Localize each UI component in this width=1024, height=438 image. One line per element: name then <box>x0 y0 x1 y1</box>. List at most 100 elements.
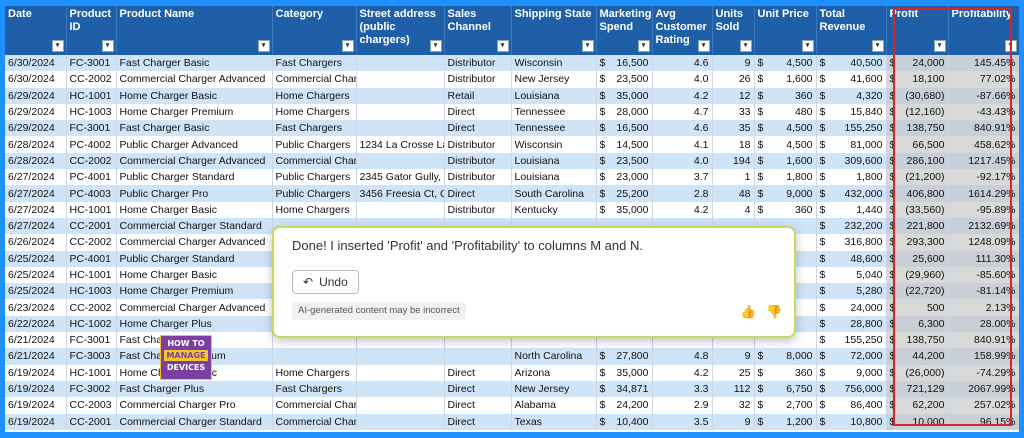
table-cell[interactable]: CC-2001 <box>66 413 117 430</box>
filter-dropdown-icon[interactable]: ▾ <box>51 40 64 52</box>
table-cell[interactable]: $6,750 <box>754 380 817 398</box>
filter-dropdown-icon[interactable]: ▾ <box>101 40 114 52</box>
table-cell[interactable]: 4.0 <box>652 152 713 170</box>
table-cell[interactable]: $81,000 <box>816 136 887 153</box>
table-cell[interactable]: PC-4003 <box>66 185 117 202</box>
table-row[interactable]: 6/19/2024HC-1001Home Charger BasicHome C… <box>5 364 1019 381</box>
table-cell[interactable]: $309,600 <box>816 152 887 170</box>
table-cell[interactable]: 158.99% <box>948 348 1019 365</box>
table-cell[interactable]: Commercial Charger Advanced <box>116 234 273 251</box>
table-cell[interactable]: HC-1003 <box>66 283 117 300</box>
table-cell[interactable]: FC-3001 <box>66 55 117 72</box>
column-header[interactable]: Street address (public chargers) ▾ <box>356 6 445 55</box>
table-cell[interactable]: Public Charger Standard <box>116 169 273 186</box>
table-cell[interactable]: Fast Charger Basic <box>116 55 273 72</box>
table-cell[interactable]: Home Charger Basic <box>116 201 273 218</box>
table-cell[interactable]: 6/27/2024 <box>5 169 67 186</box>
table-cell[interactable]: 4.2 <box>652 364 713 381</box>
table-row[interactable]: 6/27/2024 PC-4001 Public Charger Standard P… <box>5 169 1019 186</box>
table-cell[interactable] <box>356 120 445 137</box>
table-cell[interactable]: 6/27/2024 <box>5 217 67 235</box>
table-cell[interactable]: 48 <box>712 185 755 202</box>
table-cell[interactable]: $1,800 <box>754 169 817 186</box>
table-row[interactable]: 6/19/2024 CC-2001 Commercial Charger Stand… <box>5 413 1019 430</box>
table-cell[interactable]: Wisconsin <box>511 55 597 72</box>
table-row[interactable]: 6/30/2024 FC-3001 Fast Charger Basic Fast C… <box>5 55 1019 72</box>
table-cell[interactable]: $5,280 <box>816 283 887 300</box>
table-cell[interactable]: CC-2002 <box>66 152 117 170</box>
table-cell[interactable]: $10,400 <box>596 413 653 430</box>
table-cell[interactable]: 25 <box>712 364 755 381</box>
table-cell[interactable]: 2067.99% <box>948 380 1019 398</box>
table-cell[interactable] <box>356 364 445 381</box>
table-cell[interactable]: 4.7 <box>652 103 713 121</box>
table-cell[interactable]: -43.43% <box>948 103 1019 121</box>
table-cell[interactable]: $48,600 <box>816 250 887 267</box>
table-cell[interactable]: $316,800 <box>816 234 887 251</box>
table-cell[interactable]: Distributor <box>444 201 512 218</box>
table-cell[interactable]: FC-3001 <box>66 332 117 349</box>
table-cell[interactable]: $34,871 <box>596 380 653 398</box>
table-cell[interactable]: $ (12,160) <box>886 103 949 121</box>
table-cell[interactable]: FC-3003 <box>66 348 117 365</box>
table-cell[interactable]: $432,000 <box>816 185 887 202</box>
table-cell[interactable] <box>356 103 445 121</box>
table-cell[interactable]: $23,000 <box>596 169 653 186</box>
table-cell[interactable]: Home Charger Premium <box>116 283 273 300</box>
table-cell[interactable]: 6/19/2024 <box>5 380 67 398</box>
table-row[interactable]: 6/29/2024 HC-1003 Home Charger Premium Home… <box>5 103 1019 121</box>
table-cell[interactable]: $1,200 <box>754 413 817 430</box>
table-cell[interactable]: $72,000 <box>816 348 887 365</box>
table-cell[interactable]: Arizona <box>511 364 597 381</box>
table-cell[interactable]: $1,600 <box>754 71 817 88</box>
table-cell[interactable]: $232,200 <box>816 217 887 235</box>
table-cell[interactable]: PC-4001 <box>66 169 117 186</box>
column-header[interactable]: Product Name ▾ <box>116 6 273 55</box>
table-cell[interactable]: $16,500 <box>596 120 653 137</box>
table-cell[interactable]: Home Charger Basic <box>116 87 273 104</box>
table-cell[interactable] <box>356 87 445 104</box>
table-cell[interactable]: Distributor <box>444 152 512 170</box>
table-cell[interactable]: Direct <box>444 413 512 430</box>
table-cell[interactable]: New Jersey <box>511 71 597 88</box>
table-cell[interactable]: Distributor <box>444 55 512 72</box>
table-cell[interactable]: HC-1002 <box>66 315 117 333</box>
table-row[interactable]: 6/29/2024 HC-1001 Home Charger Basic Home C… <box>5 87 1019 104</box>
table-cell[interactable] <box>356 380 445 398</box>
table-cell[interactable]: $221,800 <box>886 217 949 235</box>
table-cell[interactable]: 6/19/2024 <box>5 364 67 381</box>
table-cell[interactable] <box>356 348 445 365</box>
table-cell[interactable]: 3.5 <box>652 413 713 430</box>
table-cell[interactable]: Louisiana <box>511 87 597 104</box>
filter-dropdown-icon[interactable]: ▾ <box>739 40 752 52</box>
table-cell[interactable]: $721,129 <box>886 380 949 398</box>
filter-dropdown-icon[interactable]: ▾ <box>1004 40 1017 52</box>
table-cell[interactable]: 6/28/2024 <box>5 152 67 170</box>
table-cell[interactable]: $8,000 <box>754 348 817 365</box>
table-cell[interactable]: 2345 Gator Gully, G <box>356 169 445 186</box>
table-cell[interactable]: CC-2002 <box>66 299 117 316</box>
table-cell[interactable]: $480 <box>754 103 817 121</box>
table-cell[interactable]: $ (21,200) <box>886 169 949 186</box>
table-cell[interactable]: Home Charger Plus <box>116 315 273 333</box>
table-cell[interactable]: $293,300 <box>886 234 949 251</box>
filter-dropdown-icon[interactable]: ▾ <box>429 40 442 52</box>
table-cell[interactable]: Commercial Chargers <box>272 152 357 170</box>
table-cell[interactable]: 32 <box>712 397 755 414</box>
table-cell[interactable]: Tennessee <box>511 120 597 137</box>
table-cell[interactable]: 6/25/2024 <box>5 250 67 267</box>
table-cell[interactable]: $4,320 <box>816 87 887 104</box>
filter-dropdown-icon[interactable]: ▾ <box>933 40 946 52</box>
table-cell[interactable]: Direct <box>444 380 512 398</box>
table-cell[interactable]: Direct <box>444 120 512 137</box>
filter-dropdown-icon[interactable]: ▾ <box>801 40 814 52</box>
table-cell[interactable]: 4.2 <box>652 201 713 218</box>
table-cell[interactable]: Commercial Charger Advanced <box>116 71 273 88</box>
table-cell[interactable]: 6/23/2024 <box>5 299 67 316</box>
column-header[interactable]: Total Revenue ▾ <box>816 6 887 55</box>
column-header[interactable]: Profitability ▾ <box>948 6 1019 55</box>
table-cell[interactable]: 194 <box>712 152 755 170</box>
table-cell[interactable]: Commercial Charger Pro <box>116 397 273 414</box>
table-cell[interactable]: 4.0 <box>652 71 713 88</box>
table-cell[interactable]: $360 <box>754 87 817 104</box>
